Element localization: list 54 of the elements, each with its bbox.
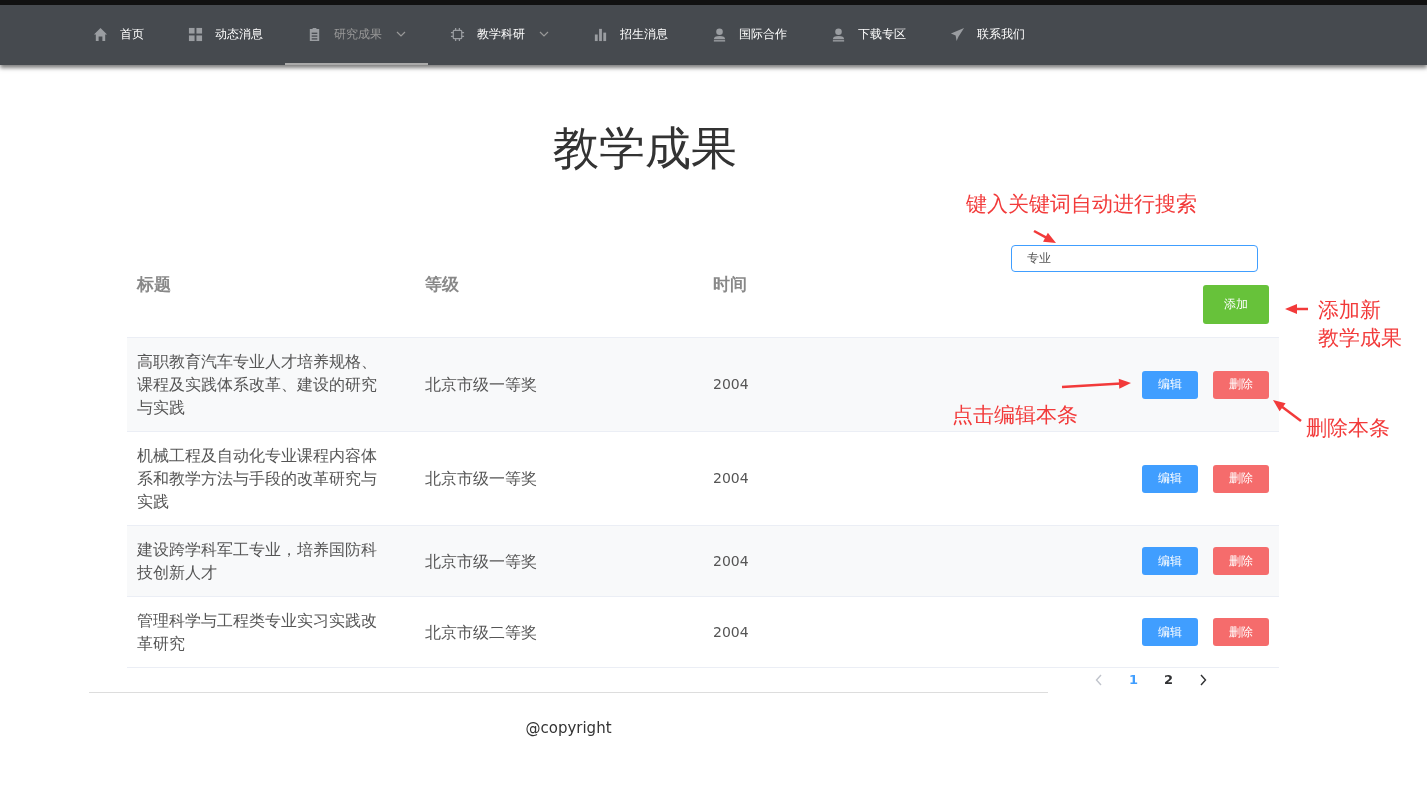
table-cell-text: 北京市级二等奖 [424,621,538,644]
edit-button[interactable]: 编辑 [1142,464,1198,493]
annotation-arrow [1273,400,1302,422]
nav-item[interactable]: 招生消息 [571,5,690,65]
copyright-text: @copyright [524,719,613,737]
edit-button[interactable]: 编辑 [1142,618,1198,646]
person-icon [831,26,846,42]
delete-button[interactable]: 删除 [1213,464,1269,493]
grid-icon [188,26,203,42]
delete-button[interactable]: 删除 [1213,547,1269,575]
annotation-arrow [1285,304,1308,314]
edit-button[interactable]: 编辑 [1142,370,1198,399]
annotation-text: 键入关键词自动进行搜索 [966,191,1197,218]
table-cell-text: 高职教育汽车专业人才培养规格、课程及实践体系改革、建设的研究与实践 [136,351,378,419]
paper-plane-icon [950,26,965,42]
table-cell-text: 管理科学与工程类专业实习实践改革研究 [136,610,378,655]
column-header: 标题 [135,273,172,296]
nav-item[interactable]: 动态消息 [166,5,285,65]
table-cell-text: 北京市级一等奖 [424,468,538,490]
nav-item[interactable]: 教学科研 [428,5,571,65]
column-header: 等级 [424,273,460,296]
clipboard-icon [307,26,322,42]
edit-button[interactable]: 编辑 [1142,547,1198,575]
table-cell-text: 机械工程及自动化专业课程内容体系和教学方法与手段的改革研究与实践 [136,445,378,513]
add-button[interactable]: 添加 [1203,285,1269,324]
next-page-icon[interactable] [1199,673,1207,686]
nav-item[interactable]: 下载专区 [809,5,928,65]
page-number[interactable]: 2 [1151,672,1186,687]
home-icon [93,26,108,42]
table-cell-text: 北京市级一等奖 [424,374,538,396]
person-icon [712,26,727,42]
delete-button[interactable]: 删除 [1213,618,1269,646]
annotation-text: 删除本条 [1306,415,1390,442]
page-title: 教学成果 [552,120,738,177]
delete-button[interactable]: 删除 [1213,370,1269,399]
table-cell-text: 2004 [712,551,750,571]
table-cell-text: 2004 [712,622,750,642]
column-header: 时间 [712,273,748,296]
nav-item[interactable]: 研究成果 [285,5,428,65]
annotation-arrow [1061,378,1131,389]
nav-item[interactable]: 联系我们 [928,5,1047,65]
annotation-arrow [1033,229,1056,243]
nav-item[interactable]: 国际合作 [690,5,809,65]
table-cell-text: 2004 [712,375,750,394]
page-number[interactable]: 1 [1116,672,1151,687]
annotation-text: 添加新 教学成果 [1318,297,1402,352]
nav-item[interactable]: 首页 [71,5,166,65]
bar-chart-icon [593,26,608,42]
search-field[interactable]: 专业 [1011,245,1258,272]
annotation-text: 点击编辑本条 [952,402,1078,429]
table-cell-text: 2004 [712,469,750,488]
table-cell-text: 北京市级一等奖 [424,550,538,573]
table-cell-text: 建设跨学科军工专业，培养国防科技创新人才 [136,539,378,584]
chip-icon [450,26,465,42]
